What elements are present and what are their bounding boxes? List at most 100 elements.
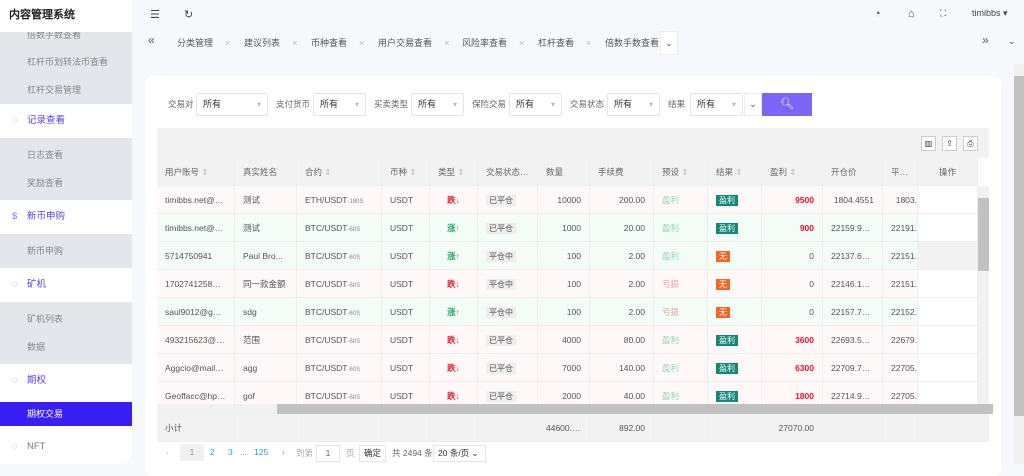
palette-icon[interactable]: ◔ (874, 8, 881, 20)
table-cell: 同一款金额 (235, 270, 297, 298)
close-icon[interactable]: × (519, 38, 524, 48)
circle-icon: ◌ (12, 279, 18, 290)
column-header[interactable]: 预设 ⇕ (654, 158, 708, 186)
page-link[interactable]: 1 (180, 444, 204, 461)
filter-select[interactable]: 所有 (196, 93, 268, 116)
tab[interactable]: 用户交易查看 × (378, 36, 449, 49)
confirm-button[interactable]: 确定 (359, 445, 386, 462)
sort-icon[interactable]: ⇕ (789, 167, 796, 177)
sidebar-group[interactable]: ◌ 矿机 (0, 268, 132, 302)
close-icon[interactable]: × (444, 38, 449, 48)
print-icon[interactable]: ⎙ (963, 136, 978, 151)
user-menu[interactable]: timibbs ▾ (972, 8, 1008, 19)
table-cell: BTC/USDT-60S (297, 242, 382, 270)
sidebar-group[interactable]: ◌ NFT (0, 430, 132, 464)
real-name: Paul Bro... (243, 251, 283, 261)
refresh-icon[interactable]: ↻ (184, 8, 193, 21)
expand-filters-icon[interactable]: ⌄ (744, 93, 762, 116)
summary-cell (918, 414, 989, 442)
tabs-scroll-right-icon[interactable]: » (982, 33, 989, 47)
sidebar-item[interactable]: 矿机列表 (0, 305, 132, 333)
search-button[interactable]: 🔍︎ (762, 93, 812, 116)
table-cell: 跌↓ (430, 326, 478, 354)
vertical-scrollbar[interactable] (978, 186, 989, 404)
page-link: ... (240, 447, 248, 457)
page-link[interactable]: 125 (254, 447, 268, 457)
table-cell: 已平仓 (478, 354, 538, 382)
open-price: 22157.7649 (831, 307, 876, 317)
column-header[interactable]: 类型 ⇕ (430, 158, 478, 186)
export-icon[interactable]: ⇪ (942, 136, 957, 151)
sidebar-item-active[interactable]: 期权交易 (0, 402, 132, 426)
tabs-scroll-left-icon[interactable]: « (148, 33, 155, 47)
sort-icon[interactable]: ⇕ (457, 167, 464, 177)
horizontal-scrollbar[interactable] (157, 404, 993, 414)
close-icon[interactable]: × (359, 38, 364, 48)
goto-page-input[interactable]: 1 (316, 445, 340, 462)
tabs-dropdown-icon[interactable]: ⌄ (660, 31, 678, 55)
sidebar-item[interactable]: 日志查看 (0, 141, 132, 169)
table-cell: BTC/USDT-60S (297, 298, 382, 326)
contract: BTC/USDT (305, 279, 348, 289)
close-icon[interactable]: × (292, 38, 297, 48)
tab[interactable]: 币种查看 × (311, 36, 364, 49)
column-header[interactable]: 合约 ⇕ (297, 158, 382, 186)
table-cell: BTC/USDT-60S (297, 270, 382, 298)
menu-fold-icon[interactable]: ☰ (150, 8, 160, 21)
filter-select[interactable]: 所有 (411, 93, 464, 116)
dollar-icon: $ (12, 211, 18, 222)
tab[interactable]: 倍数手数查看 (605, 36, 659, 49)
sidebar-item[interactable]: 奖励查看 (0, 169, 132, 197)
sidebar-item[interactable]: 数据 (0, 333, 132, 361)
close-icon[interactable]: × (586, 38, 591, 48)
table-cell: 已平仓 (478, 326, 538, 354)
page-link[interactable]: 3 (228, 447, 233, 457)
sidebar-item[interactable]: 杠杆交易管理 (0, 76, 132, 104)
table-cell: 22191. (883, 214, 918, 242)
tabs-menu-icon[interactable]: ⌄ (1008, 36, 1016, 47)
close-icon[interactable]: × (225, 38, 230, 48)
sort-icon[interactable]: ⇕ (735, 167, 742, 177)
column-header[interactable]: 盈利 ⇕ (762, 158, 823, 186)
sidebar-group[interactable]: ◌ 期权 (0, 364, 132, 398)
sidebar-group[interactable]: $ 新币申购 (0, 200, 132, 234)
summary-cell (654, 414, 708, 442)
column-title: 真实姓名 (243, 167, 278, 177)
per-page-select[interactable]: 20 条/页 ⌄ (433, 445, 486, 462)
column-title: 合约 (305, 167, 323, 177)
page-scrollbar[interactable] (1014, 64, 1024, 464)
columns-icon[interactable]: ▥ (921, 136, 936, 151)
tab[interactable]: 风险率查看 × (462, 36, 524, 49)
filter-select[interactable]: 所有 (690, 93, 743, 116)
column-header[interactable]: 币种 ⇕ (382, 158, 430, 186)
column-header[interactable]: 结果 ⇕ (708, 158, 762, 186)
user-account: timibbs.net@g... (165, 195, 227, 205)
prev-page-icon[interactable]: ‹ (166, 447, 169, 457)
contract-period: -60S (347, 339, 361, 345)
tab[interactable]: 分类管理 × (177, 36, 230, 49)
filter-select[interactable]: 所有 (509, 93, 562, 116)
sort-icon[interactable]: ⇕ (681, 167, 688, 177)
filter-select[interactable]: 所有 (607, 93, 660, 116)
page-link[interactable]: 2 (210, 447, 215, 457)
sort-icon[interactable]: ⇕ (409, 167, 416, 177)
sidebar-item[interactable]: 倍数手数查看 (0, 32, 132, 48)
quantity: 4000 (562, 335, 581, 345)
column-header[interactable]: 交易状态 ⇕ (478, 158, 538, 186)
sort-icon[interactable]: ⇕ (201, 167, 208, 177)
sidebar-group[interactable]: ◌ 记录查看 (0, 104, 132, 138)
next-page-icon[interactable]: › (282, 447, 285, 457)
sidebar-item[interactable]: 杠杆币划转法币查看 (0, 48, 132, 76)
filter-select[interactable]: 所有 (313, 93, 366, 116)
tab[interactable]: 建议列表 × (244, 36, 297, 49)
sort-icon[interactable]: ⇕ (324, 167, 331, 177)
circle-icon: ◌ (12, 115, 18, 126)
fullscreen-icon[interactable]: ⛶ (940, 8, 946, 19)
tag-icon[interactable]: ⌂ (908, 8, 915, 20)
trade-type: 跌↓ (447, 335, 460, 345)
column-header[interactable]: 用户账号 ⇕ (157, 158, 235, 186)
tab[interactable]: 杠杆查看 × (538, 36, 591, 49)
table-cell: USDT (382, 354, 430, 382)
sidebar-group-label: 记录查看 (27, 115, 66, 126)
sidebar-item[interactable]: 新币申购 (0, 237, 132, 265)
